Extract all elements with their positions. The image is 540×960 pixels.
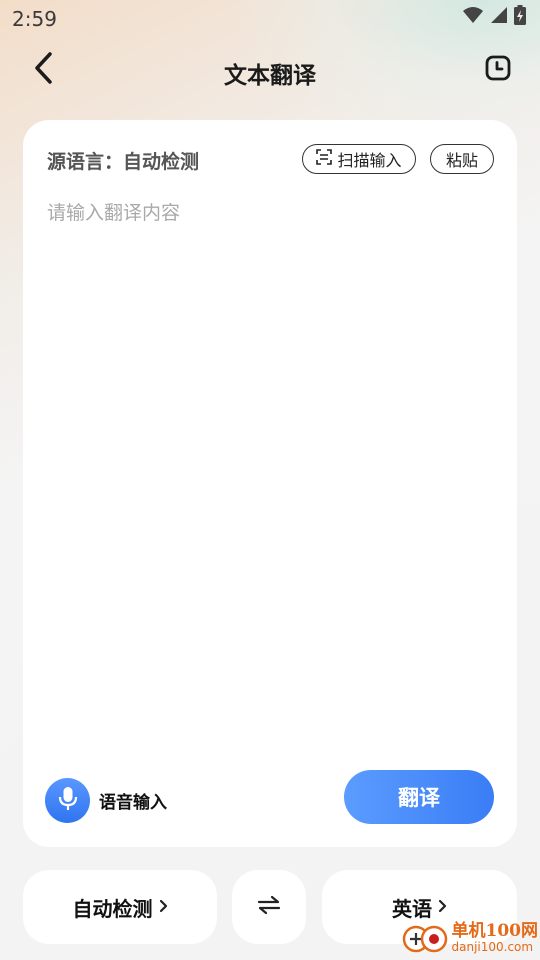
mic-button[interactable] xyxy=(45,778,90,823)
scan-icon xyxy=(316,149,333,169)
watermark-url: danji100.com xyxy=(451,939,534,954)
paste-label: 粘贴 xyxy=(445,151,478,170)
translate-text-input[interactable] xyxy=(47,198,493,758)
source-language-label: 源语言： xyxy=(47,151,124,173)
scan-input-label: 扫描输入 xyxy=(337,151,402,170)
chevron-right-icon xyxy=(438,897,447,918)
history-button[interactable] xyxy=(484,55,512,85)
source-language[interactable]: 源语言：自动检测 xyxy=(47,147,199,174)
wifi-icon xyxy=(462,6,484,28)
page-title: 文本翻译 xyxy=(224,63,316,89)
swap-arrows-icon xyxy=(257,894,281,921)
chevron-right-icon xyxy=(159,897,168,918)
signal-icon xyxy=(490,6,508,28)
battery-charging-icon xyxy=(514,5,526,29)
input-card: 源语言：自动检测 扫描输入 粘贴 语音输入 翻译 xyxy=(23,120,517,847)
watermark-name: 单机100网 xyxy=(451,920,539,941)
watermark-text: 单机100网 danji100.com xyxy=(451,920,539,954)
microphone-icon xyxy=(57,786,79,816)
scan-input-button[interactable]: 扫描输入 xyxy=(302,144,416,174)
watermark: 单机100网 danji100.com xyxy=(402,918,539,958)
from-language-selector[interactable]: 自动检测 xyxy=(23,870,217,944)
status-icons xyxy=(462,5,526,29)
watermark-logo-icon xyxy=(402,921,448,955)
swap-languages-button[interactable] xyxy=(232,870,306,944)
voice-input-label: 语音输入 xyxy=(99,793,167,813)
voice-input-button[interactable]: 语音输入 xyxy=(45,778,167,823)
paste-button[interactable]: 粘贴 xyxy=(430,144,494,174)
from-language-label: 自动检测 xyxy=(72,896,153,921)
translate-button[interactable]: 翻译 xyxy=(344,770,494,824)
status-time: 2:59 xyxy=(12,7,57,31)
source-language-value: 自动检测 xyxy=(123,151,200,173)
clock-icon xyxy=(485,55,511,85)
translate-label: 翻译 xyxy=(398,786,440,810)
